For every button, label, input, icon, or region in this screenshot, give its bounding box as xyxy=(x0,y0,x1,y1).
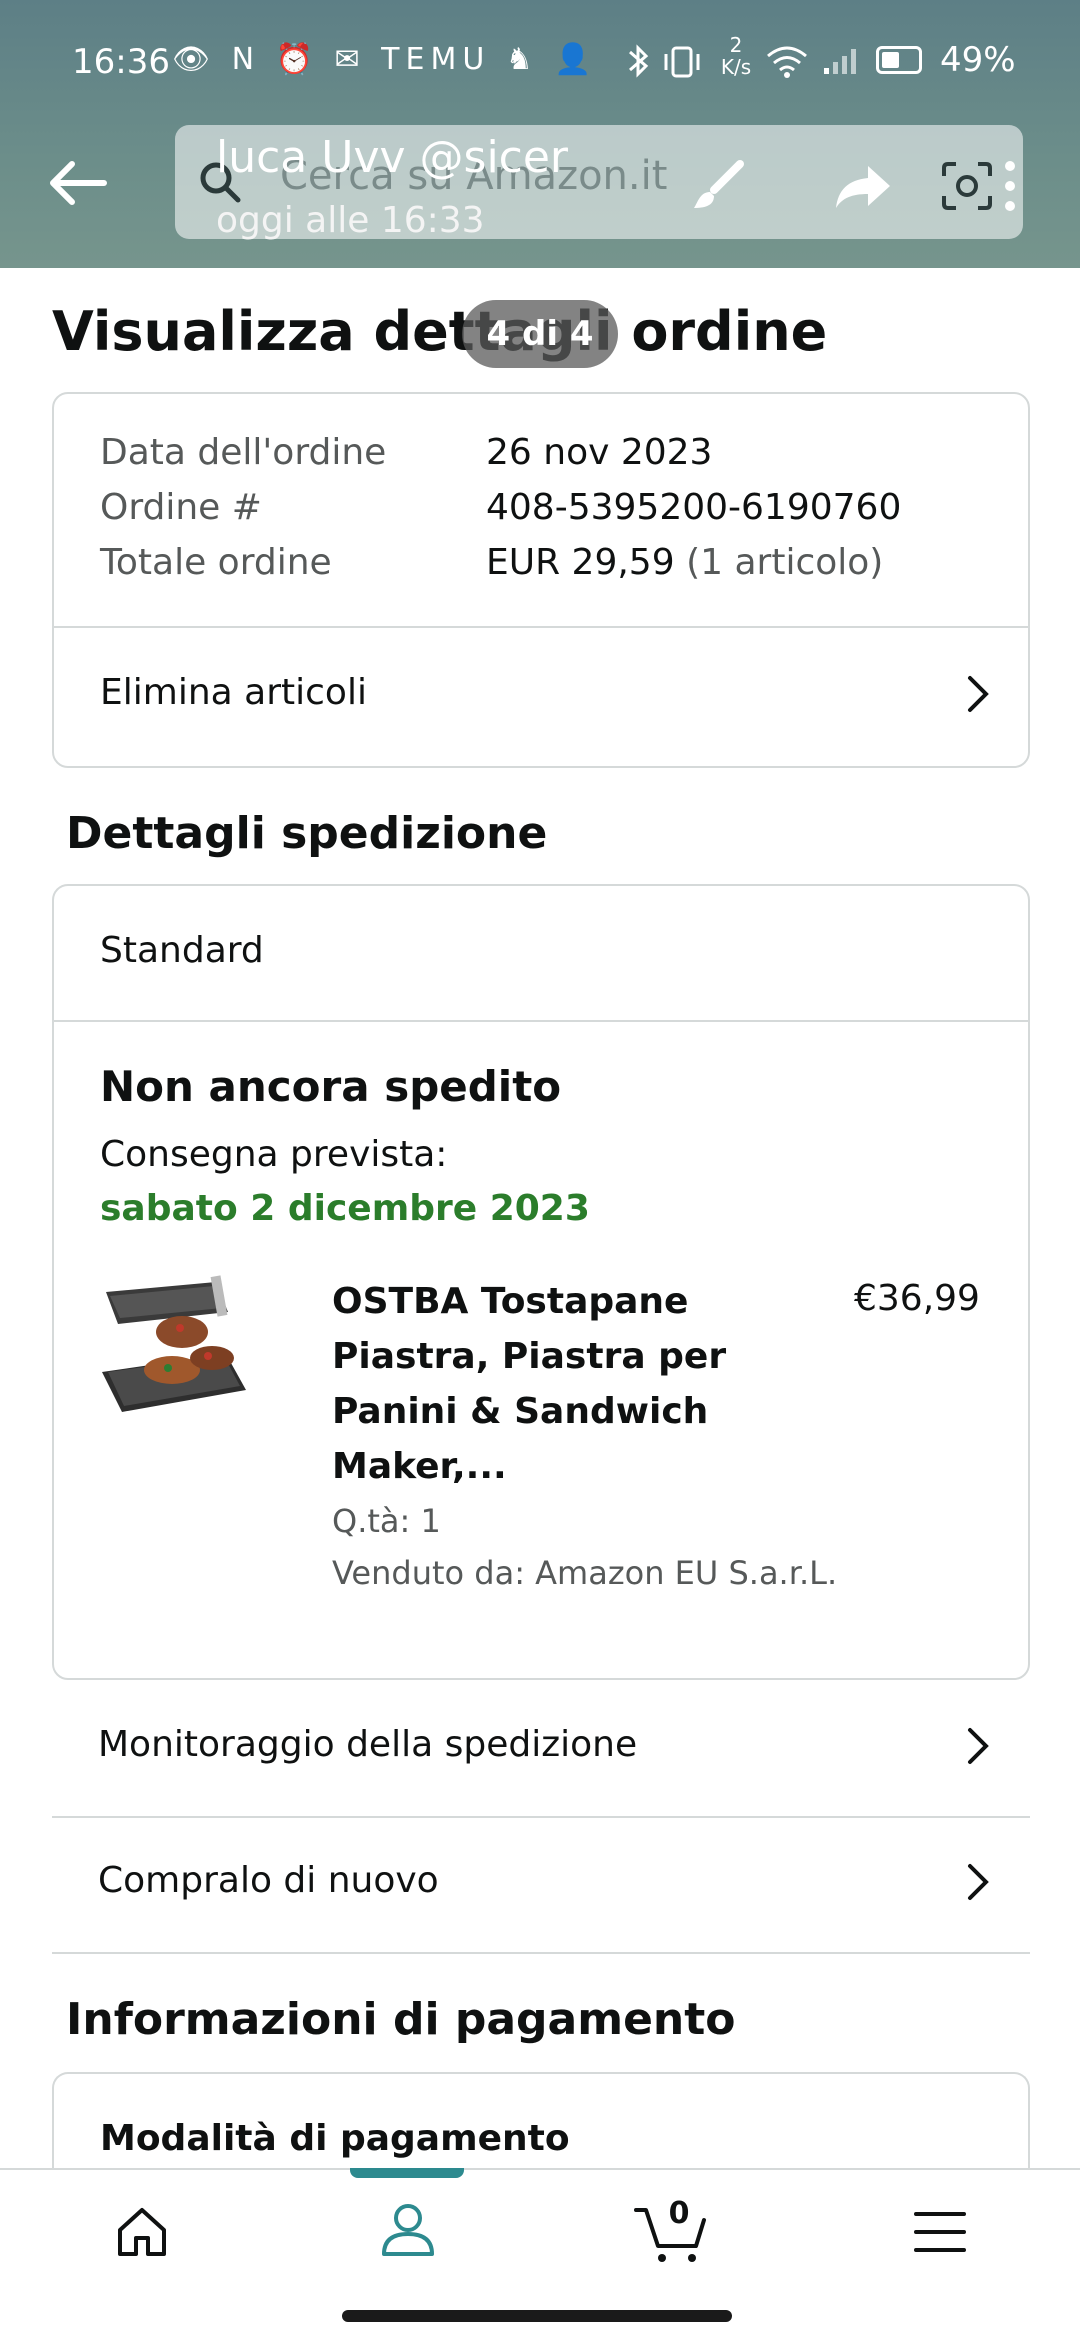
wifi-icon xyxy=(767,46,807,78)
product-title-line: Piastra, Piastra per xyxy=(332,1336,727,1377)
order-date-label: Data dell'ordine xyxy=(100,432,387,473)
sender-name: luca Uvv @sicer xyxy=(216,132,569,183)
payment-method-label: Modalità di pagamento xyxy=(100,2118,570,2159)
back-arrow-icon[interactable] xyxy=(46,158,110,208)
order-total-label: Totale ordine xyxy=(100,542,332,583)
cart-count: 0 xyxy=(668,2196,690,2231)
product-title-line: Maker,... xyxy=(332,1446,507,1487)
more-options-icon[interactable] xyxy=(1000,158,1020,214)
brush-icon[interactable] xyxy=(690,158,746,214)
product-title-line: Panini & Sandwich xyxy=(332,1391,709,1432)
order-total-items: (1 articolo) xyxy=(686,542,884,583)
product-quantity: Q.tà: 1 xyxy=(332,1502,441,1540)
buy-again-link[interactable]: Compralo di nuovo xyxy=(98,1860,439,1901)
expected-delivery-label: Consegna prevista: xyxy=(100,1134,448,1175)
payment-section-title: Informazioni di pagamento xyxy=(66,1994,736,2045)
order-total-value: EUR 29,59 (1 articolo) xyxy=(486,542,883,583)
menu-icon[interactable] xyxy=(914,2210,966,2254)
delete-items-link[interactable]: Elimina articoli xyxy=(100,672,367,713)
screenshot-icon[interactable] xyxy=(940,160,994,212)
track-shipment-link[interactable]: Monitoraggio della spedizione xyxy=(98,1724,637,1765)
active-tab-indicator xyxy=(350,2168,464,2178)
battery-percentage: 49% xyxy=(940,40,1016,80)
expected-delivery-date: sabato 2 dicembre 2023 xyxy=(100,1188,590,1229)
shipping-method: Standard xyxy=(100,930,264,971)
divider xyxy=(54,626,1028,628)
home-icon[interactable] xyxy=(114,2204,170,2260)
order-number-label: Ordine # xyxy=(100,487,262,528)
vibrate-icon xyxy=(664,46,700,78)
order-number-value: 408-5395200-6190760 xyxy=(486,487,902,528)
product-image[interactable] xyxy=(96,1272,252,1428)
account-icon[interactable] xyxy=(378,2200,438,2260)
image-counter: 4 di 4 xyxy=(462,300,618,368)
divider xyxy=(52,1816,1030,1818)
status-time: 16:36 xyxy=(72,42,170,82)
divider xyxy=(54,1020,1028,1022)
notification-icons: 👁 N ⏰ ✉ TEMU ♞ 👤 xyxy=(172,42,598,77)
product-seller: Venduto da: Amazon EU S.a.r.L. xyxy=(332,1554,838,1592)
battery-icon xyxy=(876,46,922,74)
chevron-right-icon xyxy=(968,1728,989,1764)
battery-fill xyxy=(882,52,899,68)
product-title-line: OSTBA Tostapane xyxy=(332,1281,689,1322)
order-date-value: 26 nov 2023 xyxy=(486,432,713,473)
shipment-status: Non ancora spedito xyxy=(100,1062,562,1111)
sent-timestamp: oggi alle 16:33 xyxy=(216,200,485,241)
signal-icon xyxy=(824,49,856,74)
chevron-right-icon xyxy=(968,1864,989,1900)
product-title[interactable]: OSTBA Tostapane Piastra, Piastra per Pan… xyxy=(332,1274,726,1494)
order-total-amount: EUR 29,59 xyxy=(486,542,675,583)
forward-icon[interactable] xyxy=(834,162,892,210)
net-speed: 2 K/s xyxy=(720,33,752,79)
divider xyxy=(52,1952,1030,1954)
shipping-section-title: Dettagli spedizione xyxy=(66,808,548,859)
gesture-bar[interactable] xyxy=(342,2310,732,2322)
page-title: Visualizza dettagli ordine xyxy=(52,300,828,363)
product-price: €36,99 xyxy=(854,1278,980,1319)
chevron-right-icon xyxy=(968,676,989,712)
bluetooth-icon xyxy=(629,44,649,78)
